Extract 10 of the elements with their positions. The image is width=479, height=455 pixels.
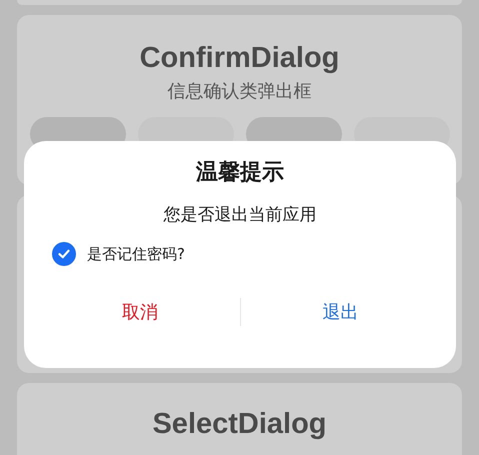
- dialog-title: 温馨提示: [196, 159, 284, 187]
- card-subtitle: 信息确认类弹出框: [168, 80, 312, 104]
- confirm-button[interactable]: 退出: [240, 292, 440, 332]
- checkmark-icon: [57, 247, 71, 261]
- checkbox[interactable]: [52, 242, 76, 266]
- dialog-message: 您是否退出当前应用: [164, 204, 316, 227]
- card-title: SelectDialog: [152, 407, 327, 442]
- cancel-button[interactable]: 取消: [40, 292, 240, 332]
- card-title: ConfirmDialog: [140, 41, 340, 76]
- checkbox-label: 是否记住密码?: [87, 244, 185, 264]
